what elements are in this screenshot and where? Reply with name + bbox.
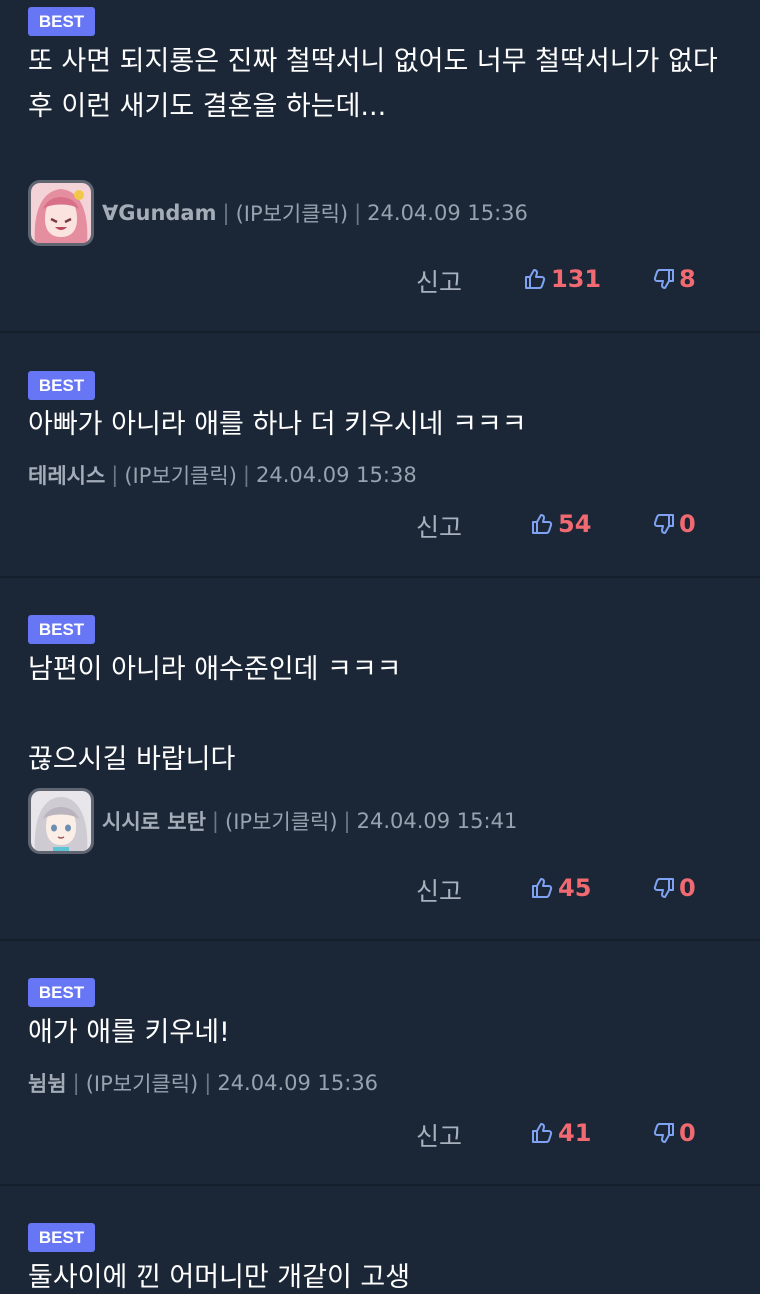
like-button[interactable]: 41 [530,1119,591,1147]
comment-date: 24.04.09 15:41 [356,809,518,833]
report-button[interactable]: 신고 [416,1117,462,1153]
ip-view-link[interactable]: (IP보기클릭) [86,1068,199,1098]
comment-text: 또 사면 되지롱은 진짜 철딱서니 없어도 너무 철딱서니가 없다 후 이런 새… [28,46,718,122]
comment-item: BEST 둘사이에 낀 어머니만 개같이 고생 [0,1186,760,1294]
best-badge: BEST [28,978,95,1007]
like-count: 41 [558,1119,592,1147]
dislike-button[interactable]: 8 [652,265,696,293]
comment-text: 둘사이에 낀 어머니만 개같이 고생 [28,1262,411,1293]
like-button[interactable]: 45 [530,874,591,902]
comment-item: BEST 또 사면 되지롱은 진짜 철딱서니 없어도 너무 철딱서니가 없다 후… [0,0,760,333]
best-badge: BEST [28,615,95,644]
comment-meta: 뉨뉨 | (IP보기클릭) | 24.04.09 15:36 [28,1063,378,1103]
thumbs-down-icon [653,269,674,289]
thumbs-down-icon [653,878,674,898]
best-badge: BEST [28,371,95,400]
comment-meta: ∀Gundam | (IP보기클릭) | 24.04.09 15:36 [28,180,528,246]
separator: | [211,809,219,833]
best-badge: BEST [28,1223,95,1252]
like-count: 45 [558,874,592,902]
comment-meta: 테레시스 | (IP보기클릭) | 24.04.09 15:38 [28,455,417,495]
avatar[interactable] [28,788,94,854]
dislike-count: 0 [679,874,696,902]
ip-view-link[interactable]: (IP보기클릭) [236,198,349,228]
separator: | [204,1071,212,1095]
ip-view-link[interactable]: (IP보기클릭) [225,806,338,836]
separator: | [354,201,362,225]
thumbs-up-icon [525,269,546,289]
thumbs-down-icon [653,1123,674,1143]
thumbs-down-icon [653,514,674,534]
dislike-button[interactable]: 0 [652,874,696,902]
author-name[interactable]: 시시로 보탄 [102,806,206,836]
comment-date: 24.04.09 15:38 [255,463,417,487]
best-badge: BEST [28,7,95,36]
like-count: 131 [551,265,602,293]
author-name[interactable]: ∀Gundam [102,201,216,225]
comment-meta: 시시로 보탄 | (IP보기클릭) | 24.04.09 15:41 [28,788,517,854]
thumbs-up-icon [532,878,553,898]
report-button[interactable]: 신고 [416,263,462,299]
comment-date: 24.04.09 15:36 [217,1071,379,1095]
comment-item: BEST 애가 애를 키우네! 뉨뉨 | (IP보기클릭) | 24.04.09… [0,941,760,1186]
separator: | [242,463,250,487]
author-name[interactable]: 테레시스 [28,460,105,490]
comment-item: BEST 남편이 아니라 애수준인데 ㅋㅋㅋ 끊으시길 바랍니다 시시로 보탄 … [0,578,760,941]
dislike-count: 8 [679,265,696,293]
dislike-count: 0 [679,1119,696,1147]
dislike-button[interactable]: 0 [652,510,696,538]
comment-text: 아빠가 아니라 애를 하나 더 키우시네 ㅋㅋㅋ [28,409,527,440]
dislike-count: 0 [679,510,696,538]
separator: | [111,463,119,487]
comment-text: 남편이 아니라 애수준인데 ㅋㅋㅋ 끊으시길 바랍니다 [28,654,402,775]
separator: | [343,809,351,833]
ip-view-link[interactable]: (IP보기클릭) [124,460,237,490]
report-button[interactable]: 신고 [416,872,462,908]
comment-item: BEST 아빠가 아니라 애를 하나 더 키우시네 ㅋㅋㅋ 테레시스 | (IP… [0,333,760,578]
comment-date: 24.04.09 15:36 [367,201,528,225]
author-name[interactable]: 뉨뉨 [28,1068,67,1098]
like-button[interactable]: 131 [523,265,601,293]
like-count: 54 [558,510,592,538]
like-button[interactable]: 54 [530,510,591,538]
thumbs-up-icon [532,1123,553,1143]
separator: | [222,201,230,225]
separator: | [72,1071,80,1095]
report-button[interactable]: 신고 [416,508,462,544]
thumbs-up-icon [532,514,553,534]
avatar[interactable] [28,180,94,246]
comment-text: 애가 애를 키우네! [28,1017,230,1048]
dislike-button[interactable]: 0 [652,1119,696,1147]
